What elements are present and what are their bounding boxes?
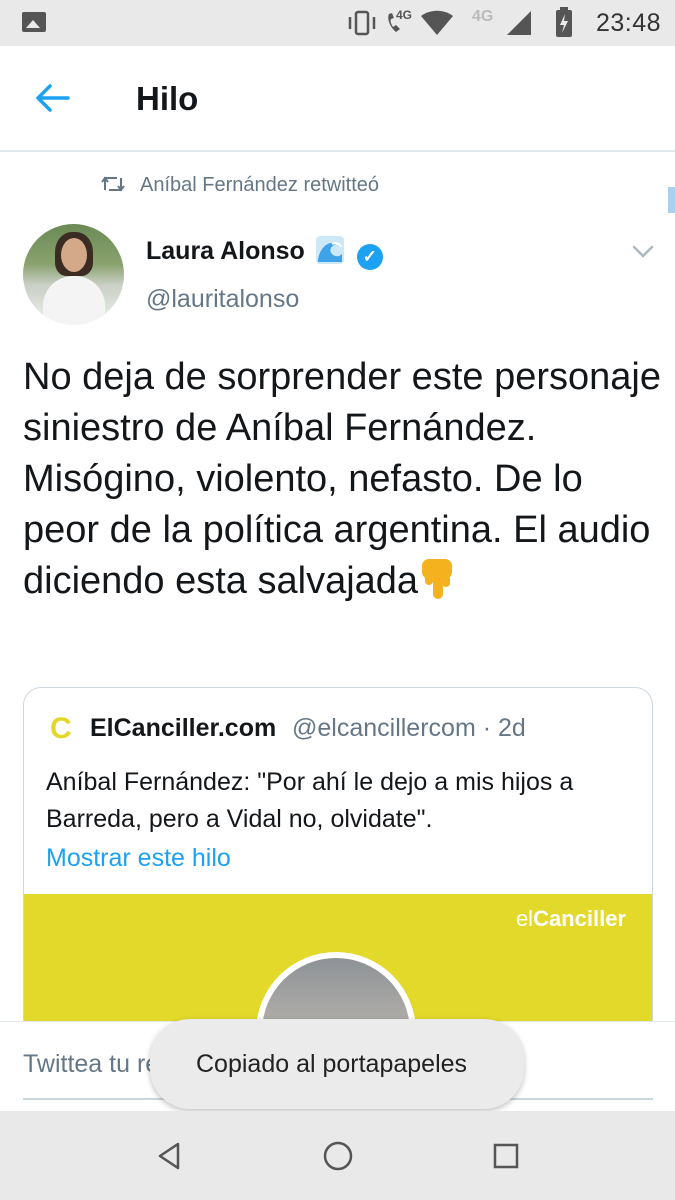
author-name[interactable]: Laura Alonso ✓ <box>146 236 383 270</box>
wifi-icon <box>421 10 453 35</box>
avatar-face <box>61 238 87 272</box>
network-type-label-2: 4G <box>472 8 494 25</box>
battery-charging-icon <box>556 7 572 37</box>
quoted-account-name: ElCanciller.com <box>90 714 277 742</box>
network-type-label: 4G <box>396 8 413 22</box>
show-thread-link[interactable]: Mostrar este hilo <box>46 844 231 873</box>
image-brand-prefix: el <box>515 906 534 931</box>
avatar-shirt <box>43 276 105 325</box>
scrollbar[interactable] <box>668 187 675 213</box>
gallery-notification-icon <box>22 12 46 32</box>
nav-back-icon[interactable] <box>150 1136 190 1176</box>
tweet-text: No deja de sorprender este personaje sin… <box>23 352 663 607</box>
image-brand-logo: elCanciller <box>516 906 626 932</box>
page-title: Hilo <box>136 80 199 117</box>
system-nav-bar <box>0 1111 675 1200</box>
nav-home-icon[interactable] <box>318 1136 358 1176</box>
tweet-text-body: No deja de sorprender este personaje sin… <box>23 356 672 602</box>
verified-badge-icon: ✓ <box>356 244 383 270</box>
chevron-down-icon[interactable] <box>630 238 656 264</box>
image-brand-suffix: Canciller <box>533 906 626 931</box>
quoted-tweet-text: Aníbal Fernández: "Por ahí le dejo a mis… <box>46 768 574 833</box>
retweeted-by-label: Aníbal Fernández retwitteó <box>140 174 380 196</box>
status-bar: 4G 4G 23:48 <box>0 0 675 46</box>
quoted-account-handle: @elcancillercom · 2d <box>292 714 526 742</box>
signal-icon <box>507 11 531 35</box>
app-header: Hilo <box>0 46 675 152</box>
toast: Copiado al portapapeles <box>150 1019 524 1109</box>
retweet-icon <box>101 176 125 192</box>
toast-message: Copiado al portapapeles <box>196 1050 468 1078</box>
quoted-account-logo: C <box>50 712 72 745</box>
retweet-indicator[interactable]: Aníbal Fernández retwitteó <box>100 174 379 197</box>
pointing-down-emoji-icon <box>422 559 453 599</box>
clock: 23:48 <box>595 9 661 37</box>
vibrate-icon <box>348 10 376 36</box>
avatar[interactable] <box>23 224 124 325</box>
wave-emoji-icon <box>315 236 344 264</box>
arrow-left-icon[interactable] <box>34 78 74 118</box>
author-handle[interactable]: @lauritalonso <box>146 285 299 314</box>
nav-recents-icon[interactable] <box>486 1136 526 1176</box>
author-name-text: Laura Alonso <box>146 237 305 265</box>
